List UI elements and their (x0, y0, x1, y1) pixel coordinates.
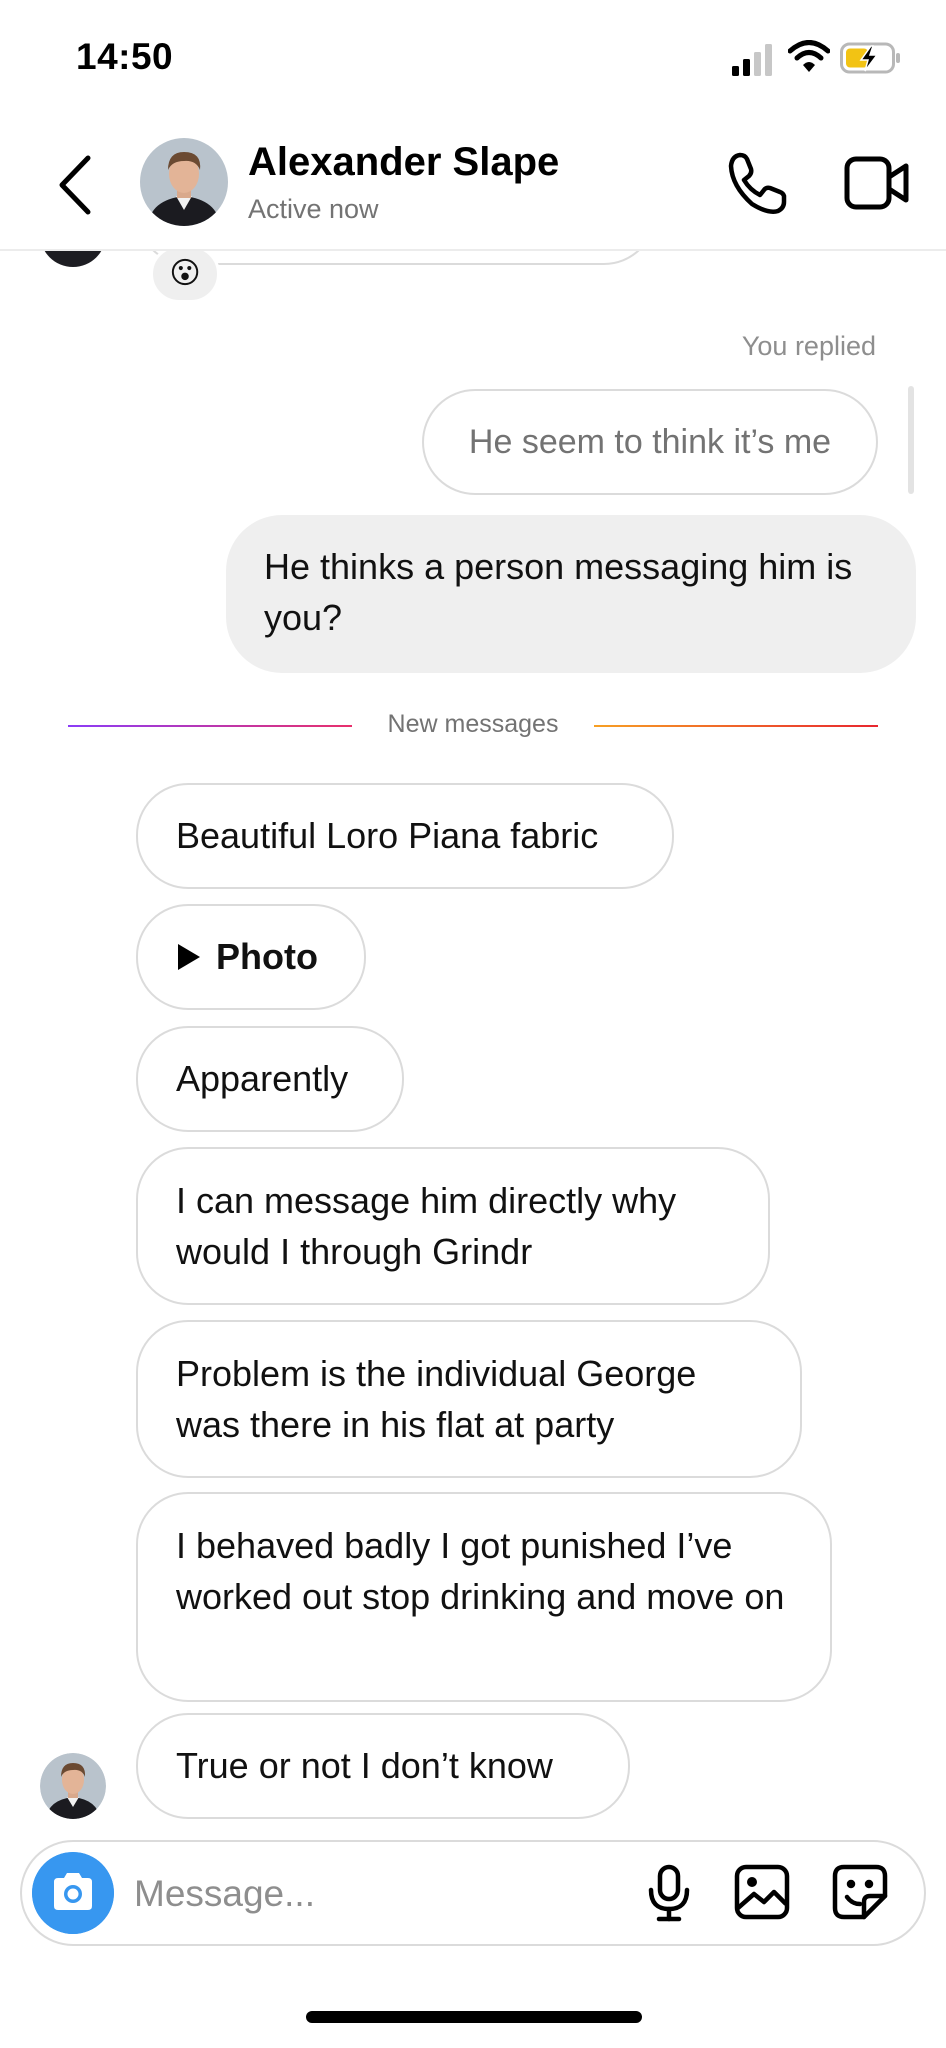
reply-label: You replied (741, 331, 876, 361)
photo-label: Photo (216, 936, 318, 977)
microphone-icon (648, 1864, 690, 1922)
cellular-signal-icon (732, 44, 772, 76)
voice-message-button[interactable] (646, 1864, 692, 1922)
wifi-icon (788, 40, 830, 72)
message-thread[interactable]: 😮 You replied He seem to think it’s me H… (0, 251, 946, 1827)
image-icon (734, 1864, 790, 1920)
reaction-badge[interactable]: 😮 (150, 251, 220, 303)
reaction-emoji: 😮 (169, 257, 201, 290)
back-button[interactable] (52, 150, 100, 220)
message-input[interactable] (134, 1866, 614, 1922)
video-call-button[interactable] (844, 156, 910, 210)
received-message-bubble[interactable]: Beautiful Loro Piana fabric (136, 783, 674, 889)
photo-message-bubble[interactable]: Photo (136, 904, 366, 1010)
received-message-bubble[interactable]: Apparently (136, 1026, 404, 1132)
received-message-text: Problem is the individual George was the… (176, 1353, 697, 1445)
received-message-bubble[interactable]: I behaved badly I got punished I’ve work… (136, 1492, 832, 1702)
sticker-icon (832, 1864, 888, 1920)
received-message-text: I can message him directly why would I t… (176, 1180, 677, 1272)
received-message-bubble[interactable]: I can message him directly why would I t… (136, 1147, 770, 1305)
quoted-message-bubble[interactable]: He seem to think it’s me (422, 389, 878, 495)
new-messages-line-right (594, 725, 878, 727)
received-message-bubble[interactable]: True or not I don’t know (136, 1713, 630, 1819)
received-message-text: True or not I don’t know (176, 1745, 553, 1786)
camera-button[interactable] (32, 1852, 114, 1934)
received-message-bubble[interactable]: Problem is the individual George was the… (136, 1320, 802, 1478)
contact-status: Active now (248, 194, 379, 224)
battery-charging-icon (840, 42, 900, 74)
contact-name[interactable]: Alexander Slape (248, 140, 559, 185)
phone-icon (728, 152, 787, 214)
play-icon (178, 944, 200, 970)
status-time: 14:50 (76, 36, 174, 77)
partial-avatar (40, 251, 106, 267)
sender-avatar[interactable] (40, 1753, 106, 1819)
new-messages-label: New messages (387, 710, 559, 738)
sent-message-text: He thinks a person messaging him is you? (264, 546, 853, 638)
sent-message-bubble[interactable]: He thinks a person messaging him is you? (226, 515, 916, 673)
contact-avatar[interactable] (140, 138, 228, 226)
scroll-indicator[interactable] (908, 386, 914, 494)
chevron-left-icon (59, 155, 91, 215)
camera-icon (54, 1873, 92, 1910)
new-messages-line-left (68, 725, 352, 727)
gallery-button[interactable] (734, 1864, 790, 1920)
audio-call-button[interactable] (726, 150, 788, 216)
received-message-text: Apparently (176, 1058, 349, 1099)
sticker-button[interactable] (832, 1864, 888, 1920)
video-camera-icon (844, 156, 909, 210)
home-indicator[interactable] (306, 2011, 642, 2023)
received-message-text: Beautiful Loro Piana fabric (176, 815, 599, 856)
received-message-text: I behaved badly I got punished I’ve work… (176, 1525, 785, 1617)
quoted-message-text: He seem to think it’s me (468, 423, 832, 461)
